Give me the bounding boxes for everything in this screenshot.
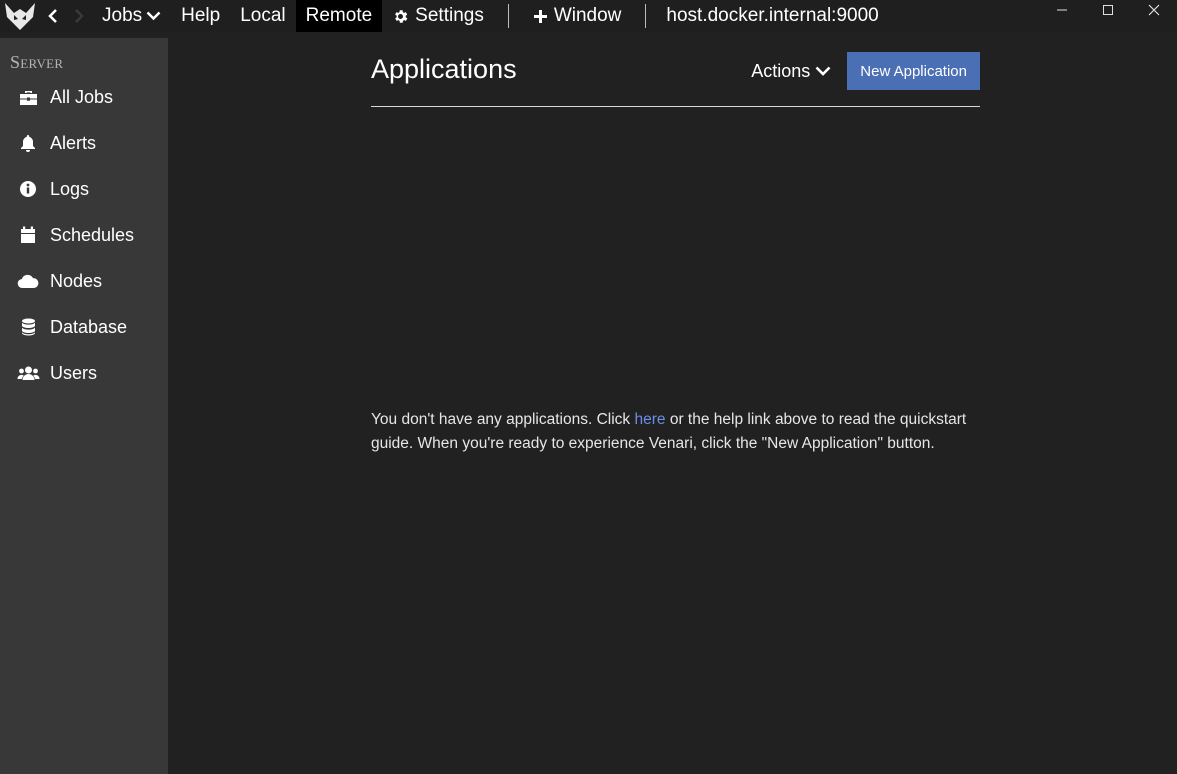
venari-logo: [0, 0, 40, 32]
empty-state-message: You don't have any applications. Click h…: [371, 408, 980, 456]
menu-divider: [507, 4, 509, 28]
jobs-menu-label: Jobs: [102, 5, 143, 26]
page-header: Applications Actions New Application: [371, 38, 980, 107]
menu-divider: [645, 4, 647, 28]
new-window-label: Window: [553, 5, 622, 26]
main-content: Applications Actions New Application You…: [371, 38, 980, 452]
close-icon[interactable]: [1131, 0, 1177, 20]
sidebar-item-all-jobs[interactable]: All Jobs: [0, 74, 168, 120]
jobs-menu[interactable]: Jobs: [92, 0, 171, 32]
chevron-down-icon: [146, 11, 161, 21]
users-icon: [16, 363, 40, 383]
briefcase-icon: [16, 87, 40, 107]
plus-icon: [533, 9, 547, 23]
gear-icon: [395, 9, 408, 23]
sidebar-item-label: Nodes: [50, 270, 103, 291]
maximize-icon[interactable]: [1085, 0, 1131, 20]
new-window-button[interactable]: Window: [523, 0, 632, 32]
sidebar-item-database[interactable]: Database: [0, 304, 168, 350]
sidebar-item-schedules[interactable]: Schedules: [0, 212, 168, 258]
help-menu[interactable]: Help: [171, 0, 230, 32]
sidebar-item-label: Database: [50, 316, 128, 337]
window-controls: [1039, 0, 1177, 32]
sidebar-item-label: Schedules: [50, 224, 135, 245]
server-host: host.docker.internal:9000: [666, 5, 879, 26]
minimize-icon[interactable]: [1039, 0, 1085, 20]
sidebar-item-nodes[interactable]: Nodes: [0, 258, 168, 304]
sidebar-item-logs[interactable]: Logs: [0, 166, 168, 212]
bell-icon: [16, 133, 40, 153]
page-title: Applications: [371, 53, 517, 84]
sidebar-item-label: Users: [50, 362, 98, 383]
remote-menu[interactable]: Remote: [295, 0, 383, 32]
sidebar-item-users[interactable]: Users: [0, 350, 168, 396]
empty-state-text: You don't have any applications. Click: [371, 411, 635, 428]
sidebar-item-label: All Jobs: [50, 86, 114, 107]
title-bar: Jobs Help Local Remote Settings Window h…: [0, 0, 1177, 32]
quickstart-link[interactable]: here: [634, 411, 665, 428]
sidebar-item-alerts[interactable]: Alerts: [0, 120, 168, 166]
chevron-down-icon: [815, 66, 831, 76]
actions-dropdown[interactable]: Actions: [751, 61, 831, 84]
new-application-button[interactable]: New Application: [847, 52, 980, 90]
cloud-icon: [16, 271, 40, 291]
settings-menu-label: Settings: [415, 5, 484, 26]
sidebar-item-label: Logs: [50, 178, 90, 199]
actions-label: Actions: [751, 60, 811, 81]
sidebar: Server All Jobs Alerts Logs Schedules No…: [0, 38, 168, 774]
back-arrow-icon[interactable]: [40, 0, 66, 32]
calendar-icon: [16, 225, 40, 245]
settings-menu[interactable]: Settings: [382, 0, 494, 32]
database-icon: [16, 317, 40, 337]
local-menu[interactable]: Local: [230, 0, 295, 32]
sidebar-item-label: Alerts: [50, 132, 97, 153]
sidebar-section-label: Server: [10, 52, 64, 72]
info-icon: [16, 179, 40, 199]
forward-arrow-icon[interactable]: [66, 0, 92, 32]
